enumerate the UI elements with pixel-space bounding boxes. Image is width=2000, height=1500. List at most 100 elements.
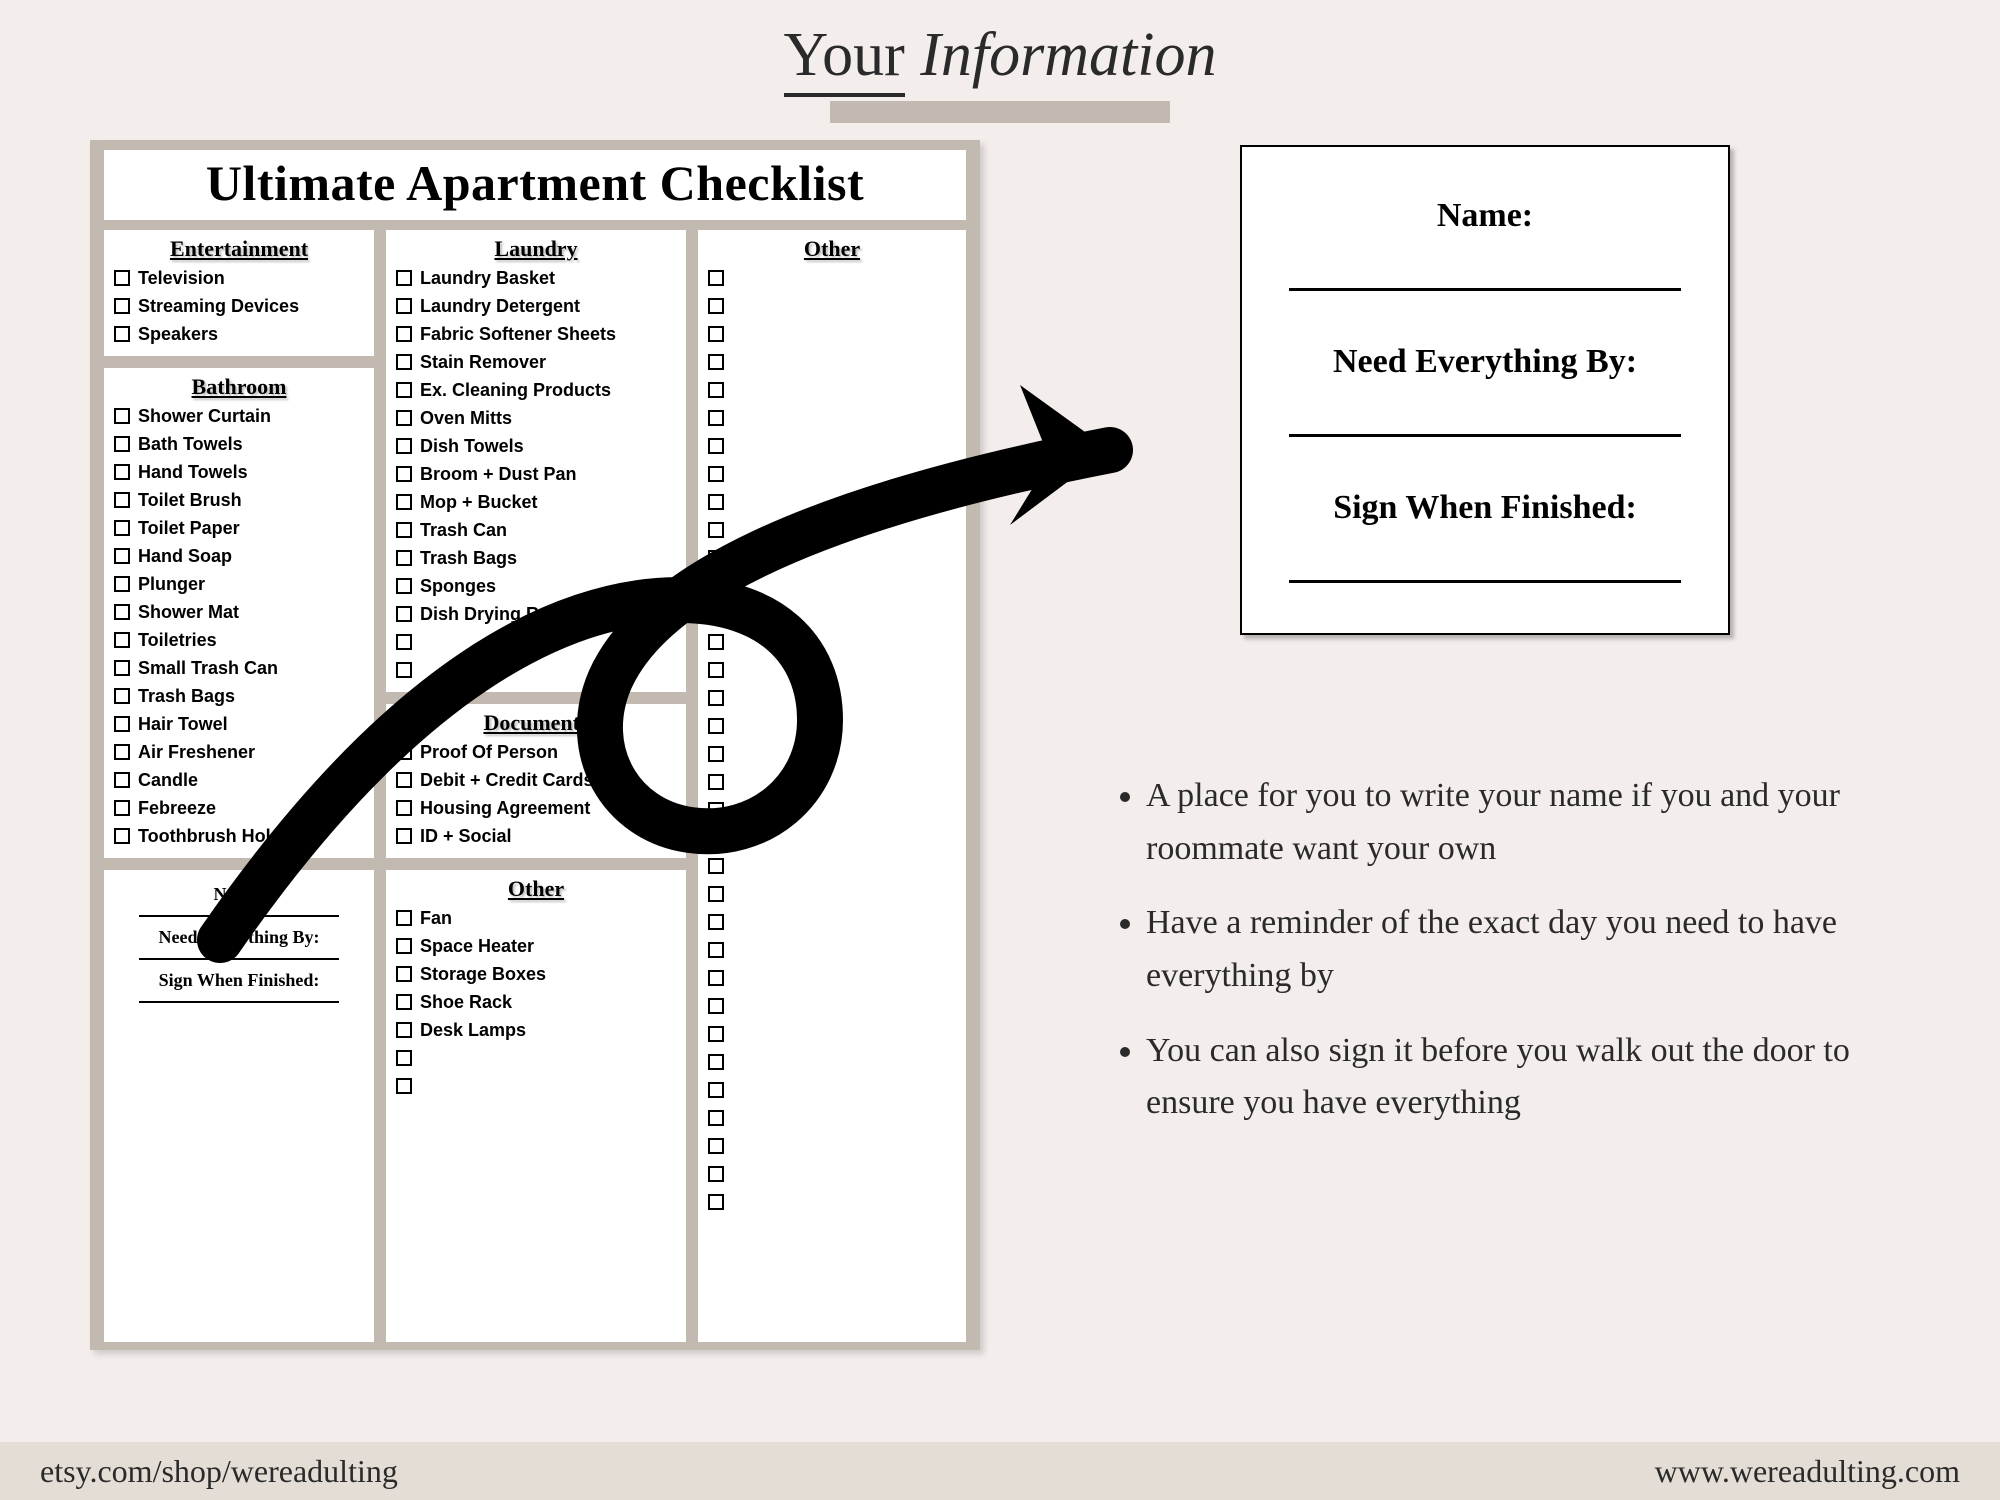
checklist-item-label: Bath Towels [138, 434, 243, 455]
checkbox-icon[interactable] [708, 466, 724, 482]
checkbox-icon[interactable] [396, 966, 412, 982]
checkbox-icon[interactable] [114, 660, 130, 676]
checkbox-icon[interactable] [708, 270, 724, 286]
checkbox-icon[interactable] [708, 970, 724, 986]
checkbox-icon[interactable] [396, 494, 412, 510]
checkbox-icon[interactable] [396, 938, 412, 954]
checkbox-icon[interactable] [708, 494, 724, 510]
checkbox-icon[interactable] [114, 436, 130, 452]
checkbox-icon[interactable] [708, 942, 724, 958]
checkbox-icon[interactable] [114, 464, 130, 480]
checkbox-icon[interactable] [708, 550, 724, 566]
checkbox-icon[interactable] [708, 830, 724, 846]
checkbox-icon[interactable] [114, 772, 130, 788]
checkbox-icon[interactable] [396, 772, 412, 788]
checkbox-icon[interactable] [708, 1166, 724, 1182]
checkbox-icon[interactable] [396, 744, 412, 760]
checkbox-icon[interactable] [396, 522, 412, 538]
checkbox-icon[interactable] [396, 298, 412, 314]
checklist-item-label: Air Freshener [138, 742, 255, 763]
checkbox-icon[interactable] [396, 662, 412, 678]
checklist-item [396, 1074, 676, 1098]
checkbox-icon[interactable] [396, 634, 412, 650]
checklist-item-label: Dish Towels [420, 436, 524, 457]
checkbox-icon[interactable] [396, 1050, 412, 1066]
checkbox-icon[interactable] [708, 1110, 724, 1126]
checkbox-icon[interactable] [708, 746, 724, 762]
checkbox-icon[interactable] [396, 382, 412, 398]
checkbox-icon[interactable] [708, 354, 724, 370]
checkbox-icon[interactable] [708, 774, 724, 790]
checkbox-icon[interactable] [708, 410, 724, 426]
checklist-item [396, 630, 676, 654]
checkbox-icon[interactable] [396, 910, 412, 926]
checklist-item: Toothbrush Holder [114, 824, 364, 848]
checkbox-icon[interactable] [708, 1082, 724, 1098]
checkbox-icon[interactable] [396, 606, 412, 622]
checkbox-icon[interactable] [396, 994, 412, 1010]
checkbox-icon[interactable] [708, 298, 724, 314]
checkbox-icon[interactable] [708, 858, 724, 874]
checkbox-icon[interactable] [396, 828, 412, 844]
checklist-item [708, 378, 956, 402]
section-title: Other [708, 236, 956, 262]
checkbox-icon[interactable] [708, 1026, 724, 1042]
checkbox-icon[interactable] [114, 408, 130, 424]
checkbox-icon[interactable] [396, 550, 412, 566]
checkbox-icon[interactable] [708, 718, 724, 734]
checkbox-icon[interactable] [114, 800, 130, 816]
checkbox-icon[interactable] [396, 1078, 412, 1094]
checkbox-icon[interactable] [396, 578, 412, 594]
checkbox-icon[interactable] [708, 578, 724, 594]
checkbox-icon[interactable] [708, 382, 724, 398]
checkbox-icon[interactable] [708, 522, 724, 538]
checkbox-icon[interactable] [708, 326, 724, 342]
checkbox-icon[interactable] [708, 1138, 724, 1154]
feature-bullets: A place for you to write your name if yo… [1110, 770, 1930, 1152]
checkbox-icon[interactable] [708, 606, 724, 622]
checklist-item-label: Toiletries [138, 630, 217, 651]
checkbox-icon[interactable] [114, 492, 130, 508]
checkbox-icon[interactable] [114, 298, 130, 314]
checkbox-icon[interactable] [396, 800, 412, 816]
checkbox-icon[interactable] [114, 604, 130, 620]
checkbox-icon[interactable] [708, 1054, 724, 1070]
checklist-item-label: Hand Soap [138, 546, 232, 567]
checkbox-icon[interactable] [708, 634, 724, 650]
checkbox-icon[interactable] [708, 1194, 724, 1210]
checkbox-icon[interactable] [396, 410, 412, 426]
checkbox-icon[interactable] [396, 466, 412, 482]
checkbox-icon[interactable] [708, 914, 724, 930]
section-other-small: Other FanSpace HeaterStorage BoxesShoe R… [386, 870, 686, 1342]
checkbox-icon[interactable] [708, 802, 724, 818]
checkbox-icon[interactable] [114, 716, 130, 732]
checkbox-icon[interactable] [114, 326, 130, 342]
checklist-item [708, 798, 956, 822]
checkbox-icon[interactable] [396, 326, 412, 342]
checkbox-icon[interactable] [114, 632, 130, 648]
checkbox-icon[interactable] [114, 744, 130, 760]
checkbox-icon[interactable] [114, 548, 130, 564]
checkbox-icon[interactable] [708, 438, 724, 454]
checklist-item: Shoe Rack [396, 990, 676, 1014]
checklist-item: Shower Curtain [114, 404, 364, 428]
checklist-item: Candle [114, 768, 364, 792]
checkbox-icon[interactable] [708, 998, 724, 1014]
checkbox-icon[interactable] [708, 662, 724, 678]
checkbox-icon[interactable] [396, 270, 412, 286]
checklist-item [708, 1078, 956, 1102]
checkbox-icon[interactable] [708, 886, 724, 902]
checkbox-icon[interactable] [114, 688, 130, 704]
checklist-item: Dish Drying Rack [396, 602, 676, 626]
checkbox-icon[interactable] [114, 270, 130, 286]
footer-bar: etsy.com/shop/wereadulting www.wereadult… [0, 1442, 2000, 1500]
checkbox-icon[interactable] [396, 354, 412, 370]
checkbox-icon[interactable] [708, 690, 724, 706]
checkbox-icon[interactable] [396, 1022, 412, 1038]
checkbox-icon[interactable] [114, 828, 130, 844]
checkbox-icon[interactable] [114, 576, 130, 592]
checkbox-icon[interactable] [396, 438, 412, 454]
checkbox-icon[interactable] [114, 520, 130, 536]
write-line [139, 1001, 339, 1003]
checklist-item [708, 322, 956, 346]
